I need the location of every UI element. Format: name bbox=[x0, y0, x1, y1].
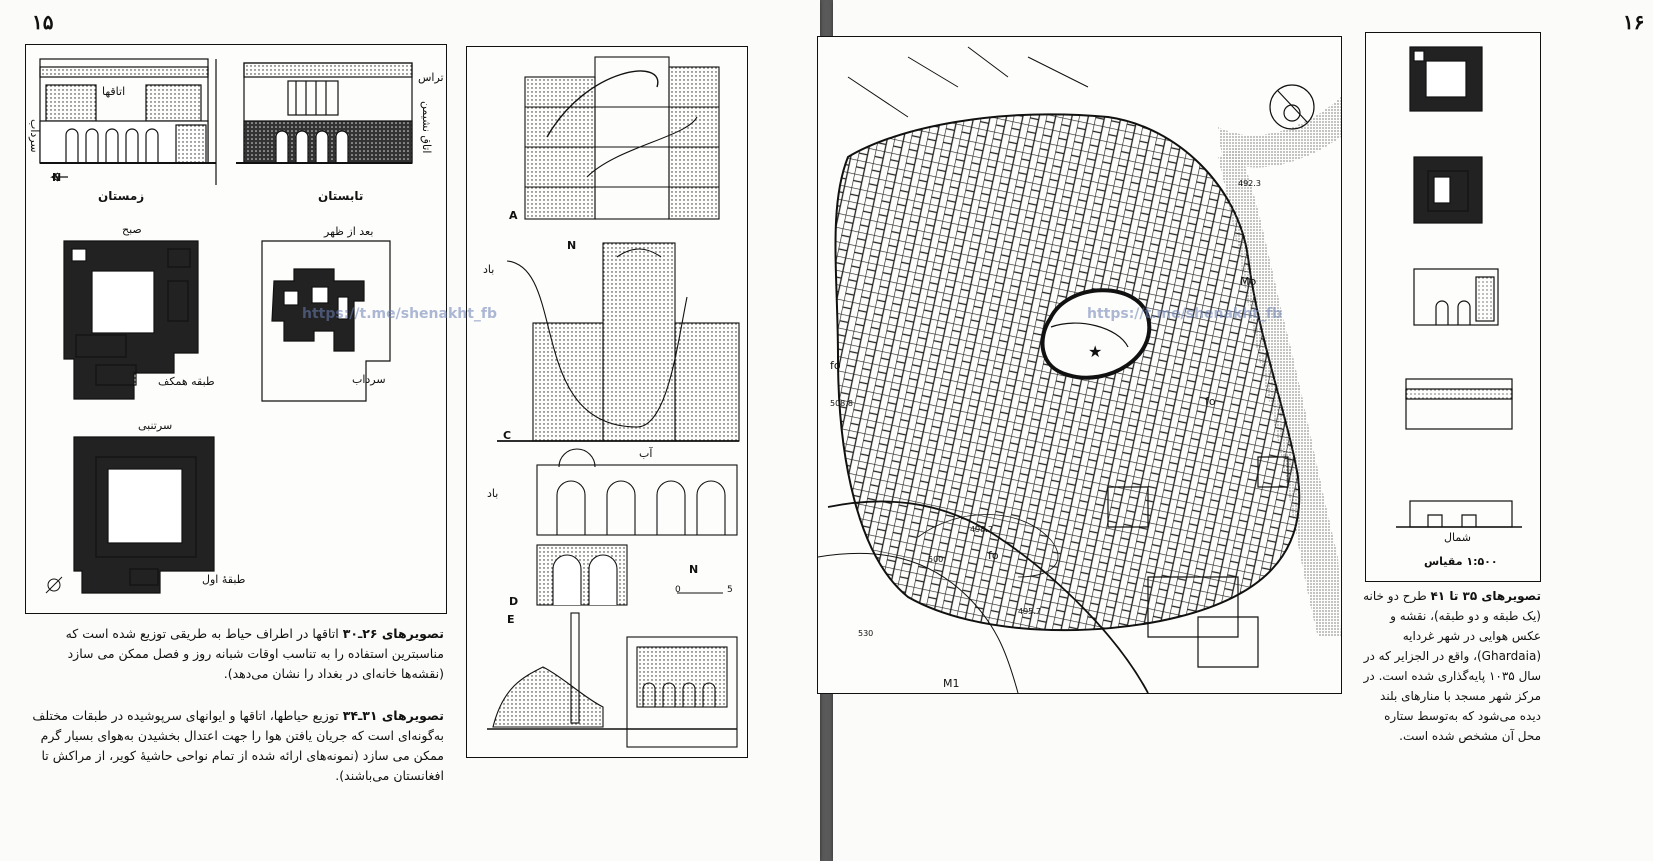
map-label-m1: M1 bbox=[943, 677, 960, 690]
label-winter: زمستان bbox=[98, 189, 145, 203]
label-living-room: اتاق نشیمن bbox=[420, 101, 433, 154]
north-arrow-label: N bbox=[52, 171, 62, 184]
section-d bbox=[536, 448, 738, 606]
label-cellar-side: سرداب bbox=[28, 119, 41, 153]
house-plans-frame: شمال ۱:۵۰۰ مقیاس bbox=[1365, 32, 1541, 582]
north-label-c: N bbox=[567, 239, 577, 252]
label-ground-floor: طبقه همکف bbox=[158, 375, 215, 388]
map-label-fo-2: fo bbox=[1205, 395, 1216, 408]
label-wind-1: باد bbox=[483, 263, 495, 276]
section-a-label: A bbox=[509, 209, 518, 222]
figure-frame-sections: A C D E N N باد باد آب 0 5 bbox=[466, 46, 748, 758]
section-a bbox=[524, 56, 720, 220]
ghardaia-map-frame: ★ fo fo fo 508.8 492.3 498.7 495.7 500 5… bbox=[817, 36, 1342, 694]
mosque-star-icon: ★ bbox=[1088, 342, 1102, 361]
label-afternoon: بعد از ظهر bbox=[324, 225, 374, 238]
caption-31-34-ref: تصویرهای ۳۱ـ۳۴ bbox=[342, 708, 444, 723]
plan-scale-label: ۱:۵۰۰ مقیاس bbox=[1424, 555, 1498, 568]
caption-35-41-text: طرح دو خانه (یک طبقه و دو طبقه)، نقشه و … bbox=[1363, 589, 1541, 743]
watermark-right: https://t.me/shenakht_fb bbox=[1087, 306, 1283, 322]
label-first-floor: طبقهٔ اول bbox=[202, 573, 246, 586]
section-c bbox=[497, 242, 740, 442]
map-label-elev-492: 492.3 bbox=[1238, 179, 1261, 188]
label-cellar: سرداب bbox=[352, 373, 386, 386]
figure-frame-baghdad: زمستان تابستان اتاقها تراس اتاق نشیمن سر… bbox=[25, 44, 447, 614]
section-c-label: C bbox=[503, 429, 512, 442]
map-label-mo: Mo bbox=[1240, 275, 1257, 288]
section-d-label: D bbox=[509, 595, 519, 608]
map-label-fo-3: fo bbox=[988, 549, 999, 562]
house-plans bbox=[1396, 46, 1522, 528]
caption-35-41-ref: تصویرهای ۳۵ تا ۴۱ bbox=[1430, 589, 1541, 603]
label-wind-2: باد bbox=[487, 487, 499, 500]
label-sartambi: سرتنبی bbox=[138, 419, 173, 432]
page-number-left: ۱۵ bbox=[32, 10, 54, 34]
section-e-label: E bbox=[507, 613, 515, 626]
north-label-d: N bbox=[689, 563, 699, 576]
scale-zero: 0 bbox=[675, 585, 681, 595]
map-label-elev-508: 508.8 bbox=[830, 399, 853, 408]
section-e bbox=[487, 612, 738, 748]
caption-26-30: تصویرهای ۲۶ـ۳۰ اتاقها در اطراف حیاط به ط… bbox=[24, 624, 444, 684]
map-label-fo-1: fo bbox=[830, 359, 841, 372]
winter-section bbox=[39, 58, 217, 185]
first-floor-plan bbox=[73, 436, 215, 594]
page-number-right: ۱۶ bbox=[1623, 10, 1645, 34]
label-water: آب bbox=[639, 447, 653, 460]
caption-26-30-ref: تصویرهای ۲۶ـ۳۰ bbox=[342, 626, 444, 641]
scale-five: 5 bbox=[727, 585, 733, 595]
caption-35-41: تصویرهای ۳۵ تا ۴۱ طرح دو خانه (یک طبقه و… bbox=[1361, 586, 1541, 746]
section-drawings bbox=[487, 56, 740, 748]
label-trass: تراس bbox=[418, 71, 444, 84]
caption-31-34: تصویرهای ۳۱ـ۳۴ توزیع حیاطها، اتاقها و ای… bbox=[24, 706, 444, 786]
map-label-elev-498: 498.7 bbox=[970, 525, 993, 534]
label-rooms: اتاقها bbox=[102, 85, 126, 98]
left-page: ۱۵ زمستان تابستان اتاقها تراس اتاق نشیمن… bbox=[0, 0, 820, 861]
right-page: ۱۶ ★ fo fo fo 508.8 492.3 498.7 495.7 50… bbox=[817, 0, 1653, 861]
label-summer: تابستان bbox=[318, 189, 364, 203]
map-label-contour-500: 500 bbox=[928, 555, 944, 564]
map-label-elev-495: 495.7 bbox=[1018, 607, 1041, 616]
summer-section bbox=[236, 62, 413, 164]
label-morning: صبح bbox=[122, 223, 142, 236]
baghdad-house-drawings bbox=[39, 58, 413, 594]
plan-label-north: شمال bbox=[1444, 531, 1471, 544]
map-label-contour-530: 530 bbox=[858, 629, 874, 638]
ghardaia-map: ★ bbox=[817, 46, 1341, 694]
watermark-left: https://t.me/shenakht_fb bbox=[302, 306, 498, 322]
